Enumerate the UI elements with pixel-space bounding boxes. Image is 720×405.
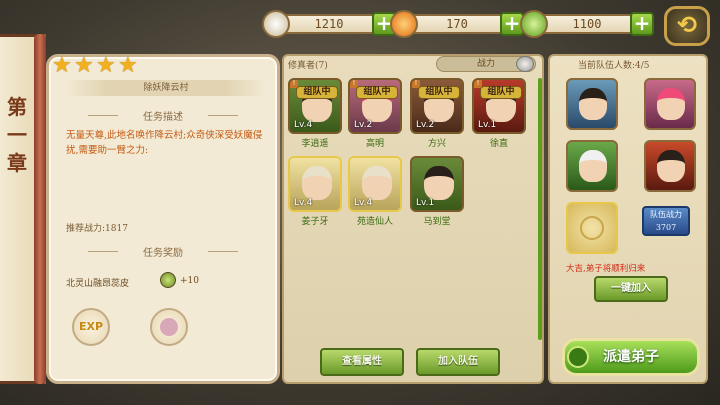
recommended-power: 推荐战力:1817 xyxy=(66,224,128,234)
level-label: Lv.1 xyxy=(478,120,497,130)
team-count: 当前队伍人数:4/5 xyxy=(578,61,650,71)
portrait xyxy=(579,150,607,182)
reward-item-icon xyxy=(160,272,176,288)
portrait xyxy=(579,88,607,120)
gold-amount: 170 xyxy=(404,14,510,34)
portrait xyxy=(657,150,685,182)
scroll-rod xyxy=(34,34,46,384)
fortune-message: 大吉,弟子将顺利归来 xyxy=(566,264,646,274)
jade-amount: 1100 xyxy=(534,14,640,34)
scrollbar[interactable] xyxy=(538,78,542,340)
team-badge: 组队中 xyxy=(356,86,398,99)
jade-leaf-icon xyxy=(520,10,548,38)
portrait xyxy=(424,166,454,200)
empty-slot-icon xyxy=(580,216,604,240)
team-power-label: 队伍战力 xyxy=(650,210,682,219)
task-title: 除妖降云村 xyxy=(66,80,266,96)
reward-item-name: 北灵山融昂蕊皮 xyxy=(66,279,130,289)
disciple-card[interactable]: ! 组队中 Lv.1 xyxy=(472,78,526,134)
disciple-card[interactable]: ! 组队中 Lv.2 xyxy=(348,78,402,134)
resource-jade: 1100 + xyxy=(520,10,670,38)
silver-reward-icon[interactable] xyxy=(150,308,188,346)
disciple-card[interactable]: ! 组队中 Lv.2 xyxy=(410,78,464,134)
team-badge: 组队中 xyxy=(418,86,460,99)
level-label: Lv.2 xyxy=(354,120,373,130)
disciple-card[interactable]: Lv.4 xyxy=(348,156,402,212)
level-label: Lv.1 xyxy=(416,198,435,208)
disciple-name: 苑造仙人 xyxy=(356,217,393,227)
disciple-name: 李逍遥 xyxy=(301,139,329,149)
silver-coin-icon xyxy=(262,10,290,38)
disciples-count: 修真者(7) xyxy=(288,61,328,71)
team-slot[interactable] xyxy=(644,140,696,192)
team-slot[interactable] xyxy=(566,78,618,130)
join-team-button[interactable]: 加入队伍 xyxy=(416,348,500,376)
chapter-label: 第一章 xyxy=(7,95,27,175)
portrait xyxy=(362,166,392,200)
star-icon: ★ xyxy=(74,53,94,78)
star-icon: ★ xyxy=(52,53,72,78)
resource-gold: 170 + xyxy=(390,10,540,38)
level-label: Lv.4 xyxy=(294,198,313,208)
exp-reward-icon[interactable]: EXP xyxy=(72,308,110,346)
team-slot[interactable] xyxy=(566,140,618,192)
team-badge: 组队中 xyxy=(296,86,338,99)
disciple-card[interactable]: Lv.1 xyxy=(410,156,464,212)
back-button[interactable]: ⟲ xyxy=(664,6,710,46)
star-icon: ★ xyxy=(118,53,138,78)
star-icon: ★ xyxy=(96,53,116,78)
disciple-card[interactable]: Lv.4 xyxy=(288,156,342,212)
team-power-badge: 队伍战力 3707 xyxy=(642,206,690,236)
task-reward-header: 任务奖励 xyxy=(88,244,238,259)
team-slot[interactable] xyxy=(644,78,696,130)
level-label: Lv.2 xyxy=(416,120,435,130)
team-badge: 组队中 xyxy=(480,86,522,99)
reward-item-qty: +10 xyxy=(180,276,199,286)
task-desc-header: 任务描述 xyxy=(88,108,238,123)
disciple-name: 徐直 xyxy=(489,139,508,149)
add-jade-button[interactable]: + xyxy=(630,12,654,36)
dispatch-icon xyxy=(567,346,589,368)
sort-toggle-icon[interactable] xyxy=(516,56,534,72)
task-description: 无量天尊,此地名唤作降云村;众奇侠深受妖魔侵扰,需要助一臂之力: xyxy=(66,130,263,156)
team-power-value: 3707 xyxy=(655,223,677,232)
team-slot-empty[interactable] xyxy=(566,202,618,254)
disciple-name: 高明 xyxy=(365,139,384,149)
silver-amount: 1210 xyxy=(276,14,382,34)
level-label: Lv.4 xyxy=(354,198,373,208)
disciple-name: 方兴 xyxy=(427,139,446,149)
disciple-card[interactable]: ! 组队中 Lv.4 xyxy=(288,78,342,134)
one-click-join-button[interactable]: 一键加入 xyxy=(594,276,668,302)
silver-coin-icon xyxy=(160,318,178,336)
portrait xyxy=(657,88,685,120)
level-label: Lv.4 xyxy=(294,120,313,130)
portrait xyxy=(302,166,332,200)
disciple-name: 马到堂 xyxy=(423,217,451,227)
disciple-name: 姜子牙 xyxy=(301,217,329,227)
gold-ingot-icon xyxy=(390,10,418,38)
view-attributes-button[interactable]: 查看属性 xyxy=(320,348,404,376)
